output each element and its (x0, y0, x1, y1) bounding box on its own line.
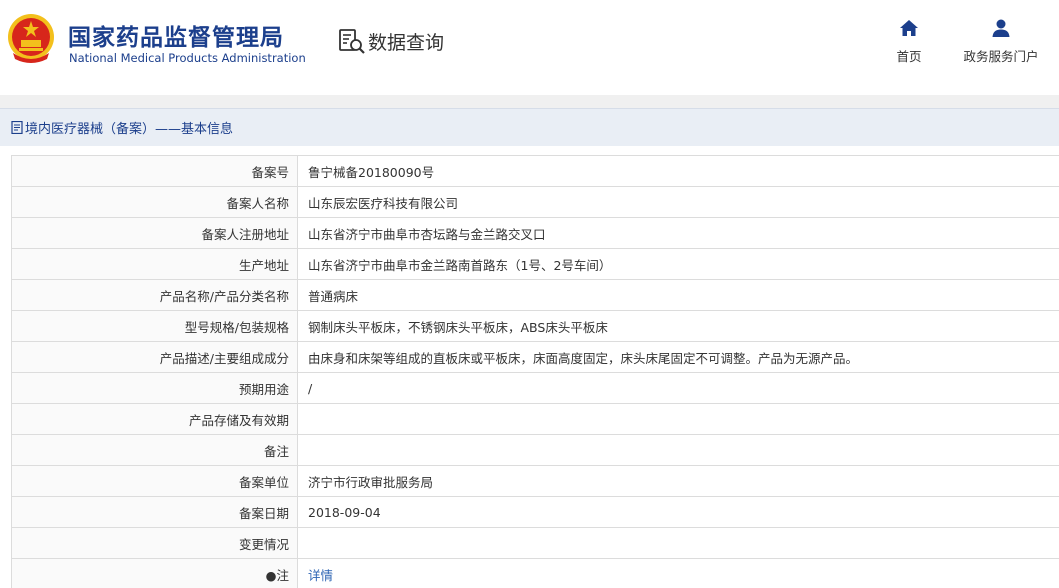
details-link[interactable]: 详情 (297, 558, 1059, 588)
field-value: 普通病床 (297, 279, 1059, 311)
table-row: 备案日期 2018-09-04 (11, 496, 1059, 528)
field-label: 预期用途 (11, 372, 298, 404)
table-row: ●注 详情 (11, 558, 1059, 588)
field-label: 变更情况 (11, 527, 298, 559)
field-value: 钢制床头平板床，不锈钢床头平板床，ABS床头平板床 (297, 310, 1059, 342)
field-label: 备案号 (11, 155, 298, 187)
field-value: 山东省济宁市曲阜市杏坛路与金兰路交叉口 (297, 217, 1059, 249)
national-emblem-logo (8, 14, 54, 63)
table-row: 备案号 鲁宁械备20180090号 (11, 155, 1059, 187)
data-query-title: 数据查询 (338, 27, 444, 55)
home-icon (900, 20, 918, 36)
section-title-bar: 境内医疗器械（备案）——基本信息 (0, 108, 1059, 146)
field-label: 型号规格/包装规格 (11, 310, 298, 342)
field-value: 山东省济宁市曲阜市金兰路南首路东（1号、2号车间） (297, 248, 1059, 280)
site-header: 国家药品监督管理局 National Medical Products Admi… (0, 0, 1059, 95)
field-label: 产品描述/主要组成成分 (11, 341, 298, 373)
field-value (297, 403, 1059, 435)
table-row: 备案人名称 山东辰宏医疗科技有限公司 (11, 186, 1059, 218)
field-label: 产品存储及有效期 (11, 403, 298, 435)
field-value: 山东辰宏医疗科技有限公司 (297, 186, 1059, 218)
field-value: 济宁市行政审批服务局 (297, 465, 1059, 497)
field-value (297, 527, 1059, 559)
table-row: 产品描述/主要组成成分 由床身和床架等组成的直板床或平板床，床面高度固定，床头床… (11, 341, 1059, 373)
document-search-icon (339, 29, 365, 54)
table-row: 备案人注册地址 山东省济宁市曲阜市杏坛路与金兰路交叉口 (11, 217, 1059, 249)
field-value: 鲁宁械备20180090号 (297, 155, 1059, 187)
nav-service-portal[interactable]: 政务服务门户 (958, 18, 1044, 65)
field-label: 备案日期 (11, 496, 298, 528)
table-row: 产品名称/产品分类名称 普通病床 (11, 279, 1059, 311)
table-row: 型号规格/包装规格 钢制床头平板床，不锈钢床头平板床，ABS床头平板床 (11, 310, 1059, 342)
nav-home-label: 首页 (896, 49, 922, 64)
nav-home[interactable]: 首页 (888, 18, 930, 65)
field-value: / (297, 372, 1059, 404)
field-value: 由床身和床架等组成的直板床或平板床，床面高度固定，床头床尾固定不可调整。产品为无… (297, 341, 1059, 373)
table-row: 生产地址 山东省济宁市曲阜市金兰路南首路东（1号、2号车间） (11, 248, 1059, 280)
section-title: 境内医疗器械（备案）——基本信息 (25, 122, 234, 137)
field-value: 2018-09-04 (297, 496, 1059, 528)
field-label: 备案人名称 (11, 186, 298, 218)
header-divider-band (0, 95, 1059, 108)
table-row: 变更情况 (11, 527, 1059, 559)
table-row: 预期用途 / (11, 372, 1059, 404)
field-value (297, 434, 1059, 466)
agency-name-cn: 国家药品监督管理局 (68, 25, 284, 51)
record-info-table: 备案号 鲁宁械备20180090号 备案人名称 山东辰宏医疗科技有限公司 备案人… (11, 155, 1059, 588)
field-label: ●注 (11, 558, 298, 588)
user-icon (992, 19, 1010, 37)
field-label: 产品名称/产品分类名称 (11, 279, 298, 311)
field-label: 备案单位 (11, 465, 298, 497)
table-row: 备案单位 济宁市行政审批服务局 (11, 465, 1059, 497)
agency-name-en: National Medical Products Administration (69, 51, 306, 65)
document-icon (11, 121, 23, 134)
table-row: 备注 (11, 434, 1059, 466)
field-label: 备注 (11, 434, 298, 466)
field-label: 备案人注册地址 (11, 217, 298, 249)
field-label: 生产地址 (11, 248, 298, 280)
table-row: 产品存储及有效期 (11, 403, 1059, 435)
nav-service-portal-label: 政务服务门户 (963, 49, 1039, 64)
data-query-label: 数据查询 (368, 31, 445, 54)
